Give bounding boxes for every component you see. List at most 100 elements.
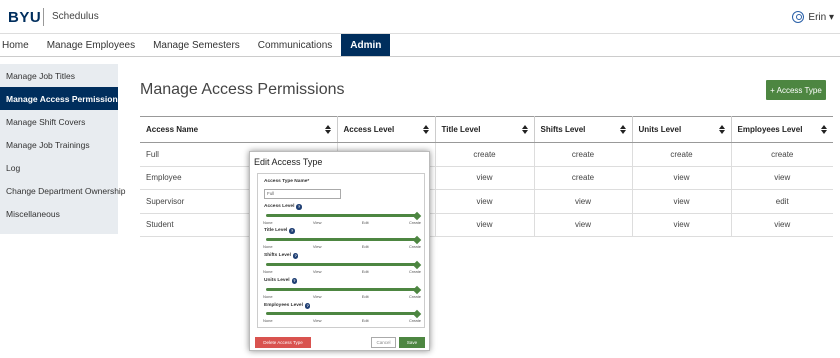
- slider-tick-labels: None View Edit Create: [263, 244, 421, 249]
- tick-label: None: [263, 318, 273, 323]
- field-label-text: Shifts Level: [264, 253, 291, 259]
- cell-employees-level: edit: [731, 189, 833, 214]
- field-label-text: Access Level: [264, 204, 295, 210]
- table-row[interactable]: Full create create create create create: [140, 142, 833, 167]
- sidebar-item-log[interactable]: Log: [0, 156, 118, 179]
- sort-icon: [422, 125, 429, 135]
- sidebar-item-job-titles[interactable]: Manage Job Titles: [0, 64, 118, 87]
- employees-level-label: Employees Level?: [264, 303, 311, 309]
- cell-title-level: view: [435, 189, 535, 214]
- nav-manage-employees[interactable]: Manage Employees: [38, 34, 144, 56]
- tick-label: Create: [408, 244, 421, 249]
- sidebar-item-shift-covers[interactable]: Manage Shift Covers: [0, 110, 118, 133]
- slider-thumb[interactable]: [412, 309, 422, 318]
- app-name[interactable]: Schedulus: [52, 11, 99, 22]
- tick-label: Edit: [361, 318, 369, 323]
- user-menu[interactable]: Erin ▾: [792, 11, 834, 23]
- cell-units-level: view: [632, 213, 732, 237]
- add-access-type-button[interactable]: + Access Type: [766, 80, 826, 100]
- slider-thumb[interactable]: [412, 260, 422, 269]
- tick-label: Edit: [361, 244, 369, 249]
- top-bar: BYU Schedulus Erin ▾: [0, 0, 840, 34]
- slider-tick-labels: None View Edit Create: [263, 220, 421, 225]
- help-icon[interactable]: ?: [289, 228, 295, 234]
- column-label: Title Level: [441, 125, 481, 134]
- tick-label: None: [263, 244, 273, 249]
- title-level-label: Title Level?: [264, 228, 295, 234]
- slider-tick-labels: None View Edit Create: [263, 269, 421, 274]
- column-label: Access Level: [343, 125, 395, 134]
- save-button[interactable]: Save: [399, 337, 425, 348]
- slider-thumb[interactable]: [412, 235, 422, 244]
- cell-shifts-level: view: [534, 189, 633, 214]
- cell-title-level: view: [435, 213, 535, 237]
- units-level-label: Units Level?: [264, 278, 298, 284]
- sort-icon: [821, 125, 827, 135]
- access-level-slider[interactable]: [266, 211, 422, 220]
- field-label-text: Title Level: [264, 228, 288, 234]
- sort-icon: [718, 125, 725, 135]
- tick-label: Edit: [361, 294, 369, 299]
- tick-label: None: [263, 269, 273, 274]
- edit-access-type-modal: Edit Access Type Access Type Name* Full …: [249, 151, 430, 351]
- sidebar-item-access-permissions[interactable]: Manage Access Permissions: [0, 87, 122, 110]
- field-label-text: Access Type Name*: [264, 179, 310, 184]
- nav-admin[interactable]: Admin: [341, 34, 391, 56]
- title-level-slider[interactable]: [266, 235, 422, 244]
- shifts-level-slider[interactable]: [266, 260, 422, 269]
- table-row[interactable]: Student view view view view: [140, 213, 833, 237]
- tick-label: View: [312, 269, 322, 274]
- slider-tick-labels: None View Edit Create: [263, 294, 421, 299]
- slider-thumb[interactable]: [412, 211, 422, 220]
- cell-shifts-level: create: [534, 166, 633, 190]
- cancel-button[interactable]: Cancel: [371, 337, 396, 348]
- column-label: Employees Level: [737, 125, 803, 134]
- delete-access-type-button[interactable]: Delete Access Type: [255, 337, 311, 348]
- page-title: Manage Access Permissions: [140, 81, 345, 98]
- nav-home[interactable]: Home: [0, 34, 38, 56]
- nav-communications[interactable]: Communications: [249, 34, 341, 56]
- table-row[interactable]: Employee view create view view: [140, 166, 833, 190]
- cell-shifts-level: view: [534, 213, 633, 237]
- units-level-slider[interactable]: [266, 285, 422, 294]
- help-icon[interactable]: ?: [292, 253, 299, 259]
- help-icon[interactable]: ?: [304, 303, 311, 309]
- tick-label: View: [312, 318, 322, 323]
- column-header-employees-level[interactable]: Employees Level: [731, 116, 833, 143]
- sidebar-item-department-ownership[interactable]: Change Department Ownership: [0, 179, 126, 202]
- help-icon[interactable]: ?: [296, 204, 302, 210]
- column-header-shifts-level[interactable]: Shifts Level: [534, 116, 633, 143]
- table-row[interactable]: Supervisor view view view edit: [140, 189, 833, 214]
- sort-icon: [521, 125, 528, 135]
- tick-label: Create: [408, 318, 421, 323]
- user-icon: [792, 11, 805, 23]
- access-type-name-label: Access Type Name*: [264, 179, 309, 184]
- sidebar-item-job-trainings[interactable]: Manage Job Trainings: [0, 133, 118, 156]
- tick-label: View: [312, 244, 322, 249]
- tick-label: None: [263, 220, 273, 225]
- cell-title-level: view: [435, 166, 535, 190]
- cell-employees-level: create: [731, 142, 833, 167]
- help-icon[interactable]: ?: [291, 278, 298, 284]
- sort-icon: [619, 125, 626, 135]
- column-label: Units Level: [638, 125, 682, 134]
- column-header-access-name[interactable]: Access Name: [140, 116, 338, 143]
- shifts-level-label: Shifts Level?: [264, 253, 299, 259]
- tick-label: Create: [408, 220, 421, 225]
- tick-label: View: [312, 220, 322, 225]
- modal-form: Access Type Name* Full Access Level? Non…: [257, 173, 425, 328]
- cell-shifts-level: create: [534, 142, 633, 167]
- nav-manage-semesters[interactable]: Manage Semesters: [144, 34, 249, 56]
- column-header-units-level[interactable]: Units Level: [632, 116, 732, 143]
- access-type-name-input[interactable]: Full: [264, 189, 341, 199]
- sidebar-item-miscellaneous[interactable]: Miscellaneous: [0, 202, 118, 225]
- employees-level-slider[interactable]: [266, 309, 422, 318]
- cell-units-level: view: [632, 189, 732, 214]
- column-header-access-level[interactable]: Access Level: [337, 116, 436, 143]
- slider-thumb[interactable]: [412, 285, 422, 294]
- cell-employees-level: view: [731, 166, 833, 190]
- byu-logo[interactable]: BYU: [8, 9, 41, 26]
- column-label: Access Name: [146, 125, 199, 134]
- access-level-label: Access Level?: [264, 204, 302, 210]
- column-header-title-level[interactable]: Title Level: [435, 116, 535, 143]
